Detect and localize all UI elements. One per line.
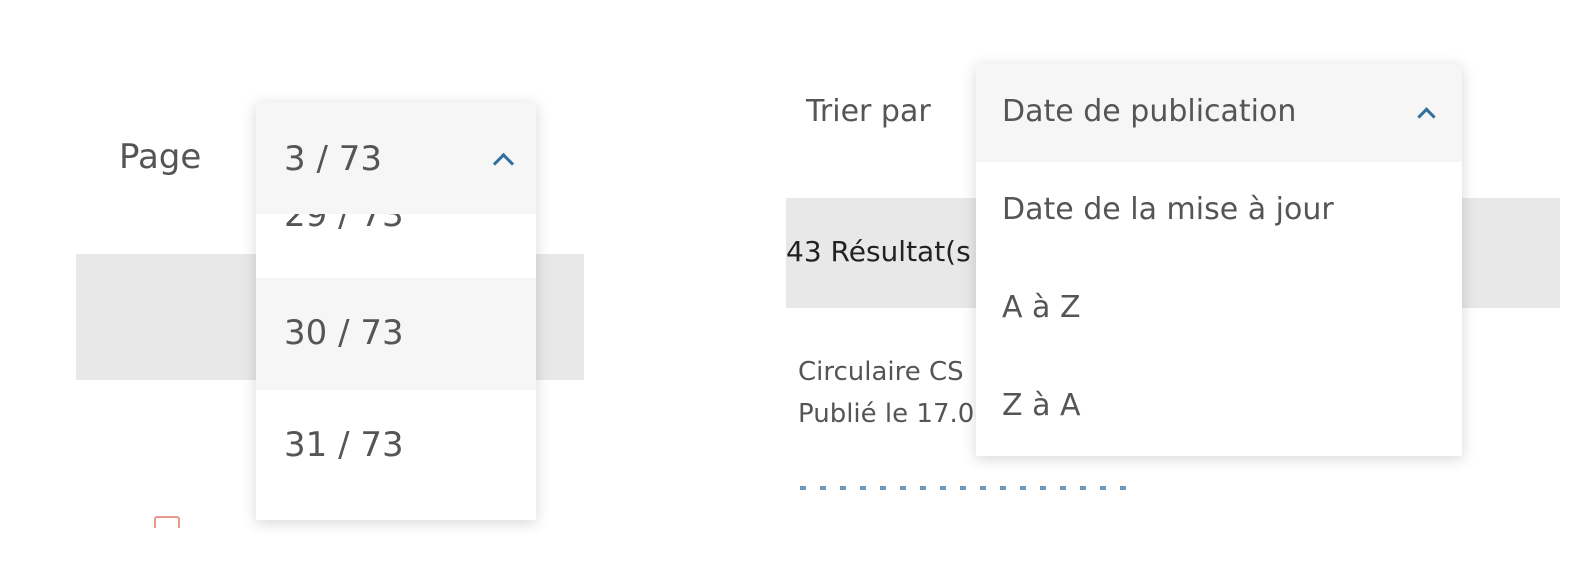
chevron-up-icon[interactable] — [1417, 107, 1436, 126]
result-link-fragment[interactable] — [800, 486, 1140, 492]
sort-select-dropdown[interactable]: Date de publication Date de la mise à jo… — [976, 64, 1462, 456]
result-title-link[interactable]: Circulaire CS — [798, 352, 964, 392]
page-option-highlighted[interactable]: 30 / 73 — [256, 278, 536, 390]
page-option-label: 30 / 73 — [284, 313, 404, 353]
page-options-list: 29 / 73 30 / 73 31 / 73 — [256, 214, 536, 520]
pagination-panel: Page 3 / 73 29 / 73 30 / 73 31 / 73 — [0, 0, 760, 588]
sort-select-toggle[interactable]: Date de publication — [976, 64, 1462, 162]
sort-option-label: A à Z — [1002, 290, 1081, 325]
sort-select-value: Date de publication — [1002, 94, 1297, 129]
sort-option-label: Date de la mise à jour — [1002, 192, 1334, 227]
page-option-label: 29 / 73 — [284, 214, 404, 235]
sort-label: Trier par — [806, 94, 931, 129]
sort-option-z-to-a[interactable]: Z à A — [976, 358, 1462, 456]
results-count: 43 Résultat(s — [786, 235, 971, 268]
page-select-toggle[interactable]: 3 / 73 — [256, 102, 536, 214]
page-select-value: 3 / 73 — [284, 139, 382, 179]
sort-option-updated-date[interactable]: Date de la mise à jour — [976, 162, 1462, 260]
document-icon — [154, 516, 180, 528]
page-label: Page — [119, 137, 202, 177]
result-published-date: Publié le 17.0 — [798, 399, 975, 429]
sort-option-label: Z à A — [1002, 388, 1081, 423]
chevron-up-icon[interactable] — [492, 152, 515, 175]
page-option-label: 31 / 73 — [284, 425, 404, 465]
link-underline — [800, 486, 1140, 490]
page-option[interactable]: 31 / 73 — [256, 390, 536, 502]
sort-option-a-to-z[interactable]: A à Z — [976, 260, 1462, 358]
page-option[interactable]: 29 / 73 — [256, 214, 536, 266]
sort-panel: Trier par 43 Résultat(s Circulaire CS Pu… — [760, 0, 1586, 588]
page-select-dropdown[interactable]: 3 / 73 29 / 73 30 / 73 31 / 73 — [256, 102, 536, 520]
